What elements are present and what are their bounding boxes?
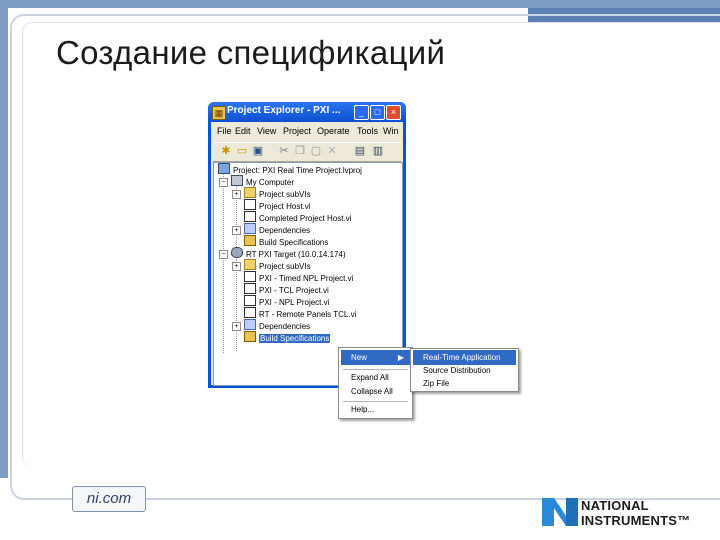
menu-bar: File Edit View Project Operate Tools Win	[211, 124, 403, 140]
expand-subvis-toggle[interactable]: +	[232, 190, 241, 199]
tree-item-subvis[interactable]: Project subVIs	[244, 259, 311, 271]
window-title: Project Explorer - PXI ...	[227, 105, 341, 116]
tree-item-build-specifications-selected[interactable]: Build Specifications	[244, 331, 331, 343]
slide-title: Создание спецификаций	[56, 34, 446, 71]
new-icon[interactable]: ✱	[219, 145, 233, 158]
context-menu: New ▶ Expand All Collapse All Help...	[338, 347, 413, 419]
tree-item-dependencies[interactable]: Dependencies	[244, 223, 310, 235]
cut-icon[interactable]: ✂	[277, 145, 291, 158]
build-spec-icon	[244, 235, 256, 246]
build-spec-icon	[244, 331, 256, 342]
rt-target-icon	[231, 247, 243, 258]
tree-item-vi[interactable]: Completed Project Host.vi	[244, 211, 351, 223]
left-accent-band	[0, 8, 8, 478]
context-menu-new[interactable]: New ▶	[341, 350, 410, 365]
project-icon	[218, 163, 230, 174]
tree-item-vi[interactable]: PXI - TCL Project.vi	[244, 283, 329, 295]
submenu-zip-file[interactable]: Zip File	[413, 376, 516, 391]
tree-item-vi[interactable]: RT - Remote Panels TCL.vi	[244, 307, 356, 319]
menu-edit[interactable]: Edit	[235, 126, 251, 136]
context-menu-collapse-all[interactable]: Collapse All	[341, 384, 410, 399]
toolbar: ✱ ▭ ▣ ✂ ❐ ▢ ✕ ▤ ▥	[213, 142, 401, 162]
tree-item-vi[interactable]: PXI - NPL Project.vi	[244, 295, 329, 307]
expand-subvis-toggle[interactable]: +	[232, 262, 241, 271]
menu-view[interactable]: View	[257, 126, 276, 136]
menu-project[interactable]: Project	[283, 126, 311, 136]
folder-icon	[244, 187, 256, 198]
context-menu-help[interactable]: Help...	[341, 402, 410, 417]
build-icon[interactable]: ▤	[353, 145, 367, 158]
tree-item-dependencies[interactable]: Dependencies	[244, 319, 310, 331]
brand-name-line1: NATIONAL	[581, 498, 649, 513]
tree-item-vi[interactable]: PXI - Timed NPL Project.vi	[244, 271, 353, 283]
menu-window[interactable]: Win	[383, 126, 399, 136]
minimize-button[interactable]: _	[354, 105, 369, 120]
vi-icon	[244, 295, 256, 306]
vi-icon	[244, 271, 256, 282]
national-instruments-logo-icon	[542, 498, 578, 526]
computer-icon	[231, 175, 243, 186]
tree-item-rt-target[interactable]: RT PXI Target (10.0.14.174)	[231, 247, 346, 259]
brand-name-line2: INSTRUMENTS™	[581, 513, 691, 528]
vi-icon	[244, 211, 256, 222]
collapse-my-computer-toggle[interactable]: −	[219, 178, 228, 187]
expand-dependencies-toggle[interactable]: +	[232, 226, 241, 235]
window-titlebar[interactable]: ▦ Project Explorer - PXI ... _ □ ×	[208, 102, 406, 122]
menu-tools[interactable]: Tools	[357, 126, 378, 136]
deploy-icon[interactable]: ▥	[371, 145, 385, 158]
copy-icon[interactable]: ❐	[293, 145, 307, 158]
open-icon[interactable]: ▭	[235, 145, 249, 158]
dependencies-icon	[244, 223, 256, 234]
ni-com-link[interactable]: ni.com	[72, 486, 146, 512]
vi-icon	[244, 283, 256, 294]
delete-icon[interactable]: ✕	[325, 145, 339, 158]
tree-guide-line	[223, 173, 224, 353]
tree-item-build-specifications[interactable]: Build Specifications	[244, 235, 328, 247]
paste-icon[interactable]: ▢	[309, 145, 323, 158]
tree-item-project[interactable]: Project: PXI Real Time Project.lvproj	[218, 163, 362, 175]
maximize-button[interactable]: □	[370, 105, 385, 120]
menu-operate[interactable]: Operate	[317, 126, 350, 136]
project-explorer-window: ▦ Project Explorer - PXI ... _ □ × File …	[208, 102, 406, 388]
tree-item-vi[interactable]: Project Host.vi	[244, 199, 311, 211]
vi-icon	[244, 307, 256, 318]
context-menu-expand-all[interactable]: Expand All	[341, 370, 410, 385]
vi-icon	[244, 199, 256, 210]
tree-guide-line	[236, 259, 237, 351]
dependencies-icon	[244, 319, 256, 330]
folder-icon	[244, 259, 256, 270]
close-button[interactable]: ×	[386, 105, 401, 120]
submenu-arrow-icon: ▶	[397, 353, 404, 362]
collapse-rt-target-toggle[interactable]: −	[219, 250, 228, 259]
project-explorer-icon: ▦	[212, 106, 226, 120]
save-all-icon[interactable]: ▣	[251, 145, 265, 158]
menu-file[interactable]: File	[217, 126, 232, 136]
tree-item-my-computer[interactable]: My Computer	[231, 175, 294, 187]
top-accent-band	[0, 0, 720, 8]
expand-dependencies-toggle[interactable]: +	[232, 322, 241, 331]
tree-item-subvis[interactable]: Project subVIs	[244, 187, 311, 199]
window-client-area: File Edit View Project Operate Tools Win…	[211, 122, 403, 386]
new-submenu: Real-Time Application Source Distributio…	[410, 348, 519, 392]
